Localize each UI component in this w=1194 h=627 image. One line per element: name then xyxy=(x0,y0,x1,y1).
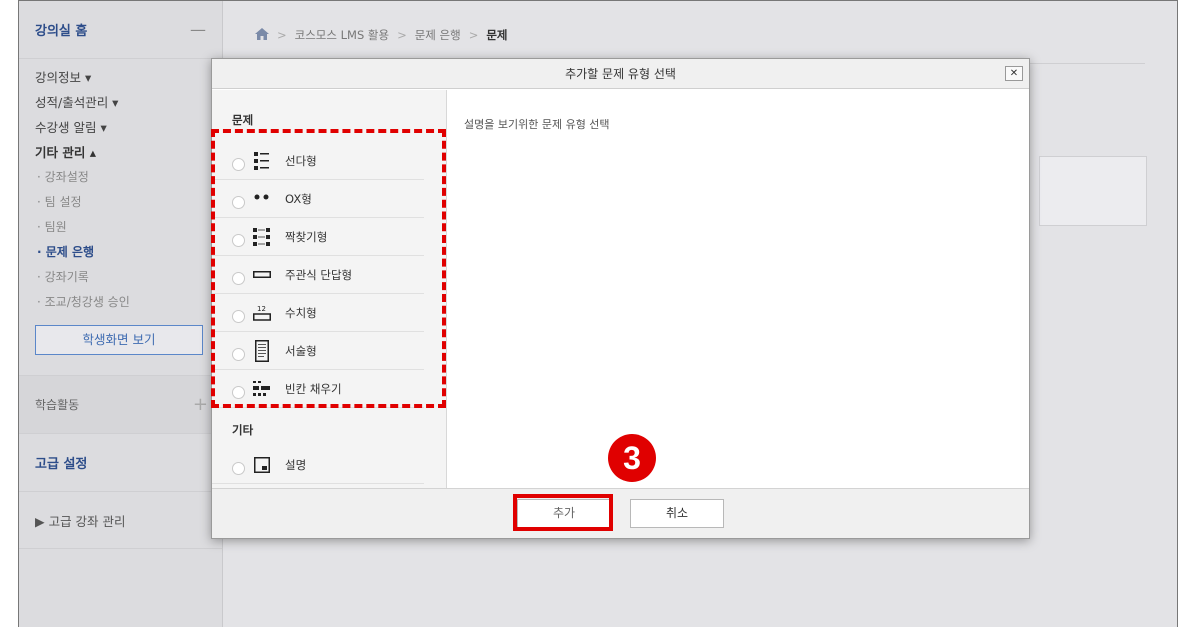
sidebar-advanced-course-label: ▶ 고급 강좌 관리 xyxy=(35,513,126,529)
sidebar-home[interactable]: 강의실 홈 — xyxy=(19,1,222,59)
breadcrumb-item-current: 문제 xyxy=(486,28,508,42)
sidebar-sub-course-log[interactable]: · 강좌기록 xyxy=(19,265,222,290)
collapse-icon[interactable]: — xyxy=(190,20,206,39)
student-view-wrap: 학생화면 보기 xyxy=(19,315,222,375)
breadcrumb-sep: > xyxy=(397,28,407,42)
radio-description[interactable] xyxy=(232,462,245,475)
home-icon[interactable] xyxy=(255,27,269,43)
dialog-title: 추가할 문제 유형 선택 xyxy=(565,67,676,81)
sidebar-sub-ta-approval[interactable]: · 조교/청강생 승인 xyxy=(19,290,222,315)
option-label: 설명 xyxy=(285,457,307,472)
highlight-add-button xyxy=(513,494,613,531)
sidebar-item-grades[interactable]: 성적/출석관리 ▾ xyxy=(19,90,222,115)
description-panel: 설명을 보기위한 문제 유형 선택 xyxy=(448,90,1029,489)
sidebar-item-course-info[interactable]: 강의정보 ▾ xyxy=(19,65,222,90)
cancel-button[interactable]: 취소 xyxy=(630,499,724,528)
breadcrumb-sep: > xyxy=(277,28,287,42)
dialog-header: 추가할 문제 유형 선택 ✕ xyxy=(212,59,1029,89)
sidebar-menu: 강의정보 ▾ 성적/출석관리 ▾ 수강생 알림 ▾ 기타 관리 ▴ · 강좌설정… xyxy=(19,59,222,315)
sidebar-sub-question-bank[interactable]: · 문제 은행 xyxy=(19,240,222,265)
highlight-question-types xyxy=(211,129,446,408)
background-panel xyxy=(1039,156,1147,226)
sidebar-sub-course-settings[interactable]: · 강좌설정 xyxy=(19,165,222,190)
step-badge: 3 xyxy=(608,434,656,482)
sidebar: 강의실 홈 — 강의정보 ▾ 성적/출석관리 ▾ 수강생 알림 ▾ 기타 관리 … xyxy=(19,1,223,627)
category-question: 문제 xyxy=(232,113,254,127)
sidebar-advanced[interactable]: 고급 설정 xyxy=(19,433,222,491)
description-text: 설명을 보기위한 문제 유형 선택 xyxy=(464,118,610,131)
sidebar-advanced-course[interactable]: ▶ 고급 강좌 관리 xyxy=(19,491,222,549)
breadcrumb-item-bank[interactable]: 문제 은행 xyxy=(415,27,461,43)
close-icon[interactable]: ✕ xyxy=(1005,66,1023,81)
breadcrumb: > 코스모스 LMS 활용 > 문제 은행 > 문제 xyxy=(255,27,508,43)
breadcrumb-item-lms[interactable]: 코스모스 LMS 활용 xyxy=(295,27,389,43)
dialog-footer: 추가 취소 xyxy=(212,488,1029,538)
category-other: 기타 xyxy=(232,423,254,437)
sidebar-sub-team-settings[interactable]: · 팀 설정 xyxy=(19,190,222,215)
sidebar-learning-label: 학습활동 xyxy=(35,398,80,412)
option-description[interactable]: 설명 xyxy=(212,446,424,484)
sidebar-item-etc[interactable]: 기타 관리 ▴ xyxy=(19,140,222,165)
description-icon xyxy=(251,453,273,477)
sidebar-advanced-label: 고급 설정 xyxy=(35,457,88,472)
breadcrumb-sep: > xyxy=(468,28,479,42)
other-type-options: 설명 xyxy=(212,446,446,484)
sidebar-item-notify[interactable]: 수강생 알림 ▾ xyxy=(19,115,222,140)
sidebar-learning[interactable]: 학습활동 + xyxy=(19,375,222,433)
plus-icon[interactable]: + xyxy=(193,394,208,415)
student-view-button[interactable]: 학생화면 보기 xyxy=(35,325,203,355)
sidebar-sub-team-members[interactable]: · 팀원 xyxy=(19,215,222,240)
sidebar-home-label[interactable]: 강의실 홈 xyxy=(35,20,87,39)
